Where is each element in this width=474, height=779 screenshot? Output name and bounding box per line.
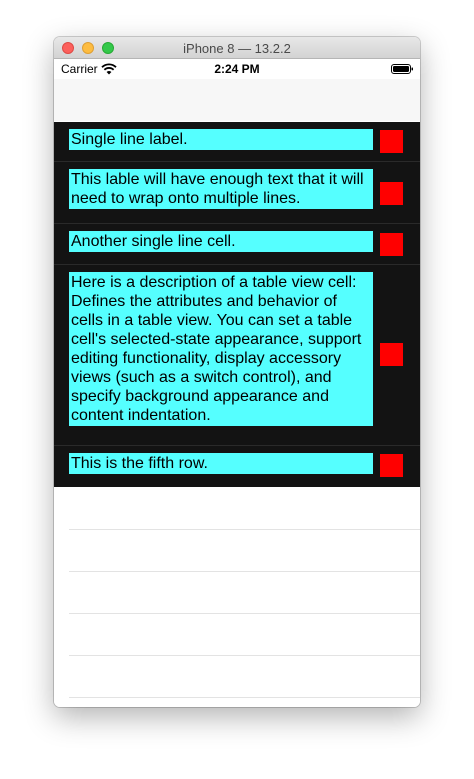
row-separator: [69, 571, 420, 572]
clock: 2:24 PM: [214, 62, 260, 76]
row-separator: [69, 529, 420, 530]
cell-label: This is the fifth row.: [69, 453, 373, 474]
row-separator: [69, 613, 420, 614]
table-row[interactable]: Here is a description of a table view ce…: [54, 265, 420, 446]
row-separator: [69, 655, 420, 656]
cell-accessory-view: [380, 182, 403, 205]
cell-label: This lable will have enough text that it…: [69, 169, 373, 209]
cell-accessory-view: [380, 130, 403, 153]
table-view[interactable]: Single line label. This lable will have …: [54, 122, 420, 487]
device-screen: Carrier 2:24 PM Single line label. This …: [54, 59, 420, 707]
table-row[interactable]: This lable will have enough text that it…: [54, 162, 420, 224]
window-title: iPhone 8 — 13.2.2: [183, 41, 291, 56]
window-titlebar[interactable]: iPhone 8 — 13.2.2: [54, 37, 420, 59]
cell-accessory-view: [380, 233, 403, 256]
empty-table-area[interactable]: [54, 489, 420, 707]
table-row[interactable]: This is the fifth row.: [54, 446, 420, 487]
table-row[interactable]: Single line label.: [54, 122, 420, 162]
table-row[interactable]: Another single line cell.: [54, 224, 420, 265]
cell-label: Single line label.: [69, 129, 373, 150]
status-bar: Carrier 2:24 PM: [54, 59, 420, 79]
battery-icon: [391, 64, 413, 74]
row-separator: [69, 697, 420, 698]
simulator-window: iPhone 8 — 13.2.2 Carrier 2:24 PM Single…: [54, 37, 420, 707]
navigation-bar: [54, 79, 420, 121]
cell-label: Here is a description of a table view ce…: [69, 272, 373, 426]
cell-accessory-view: [380, 343, 403, 366]
cell-accessory-view: [380, 454, 403, 477]
cell-label: Another single line cell.: [69, 231, 373, 252]
